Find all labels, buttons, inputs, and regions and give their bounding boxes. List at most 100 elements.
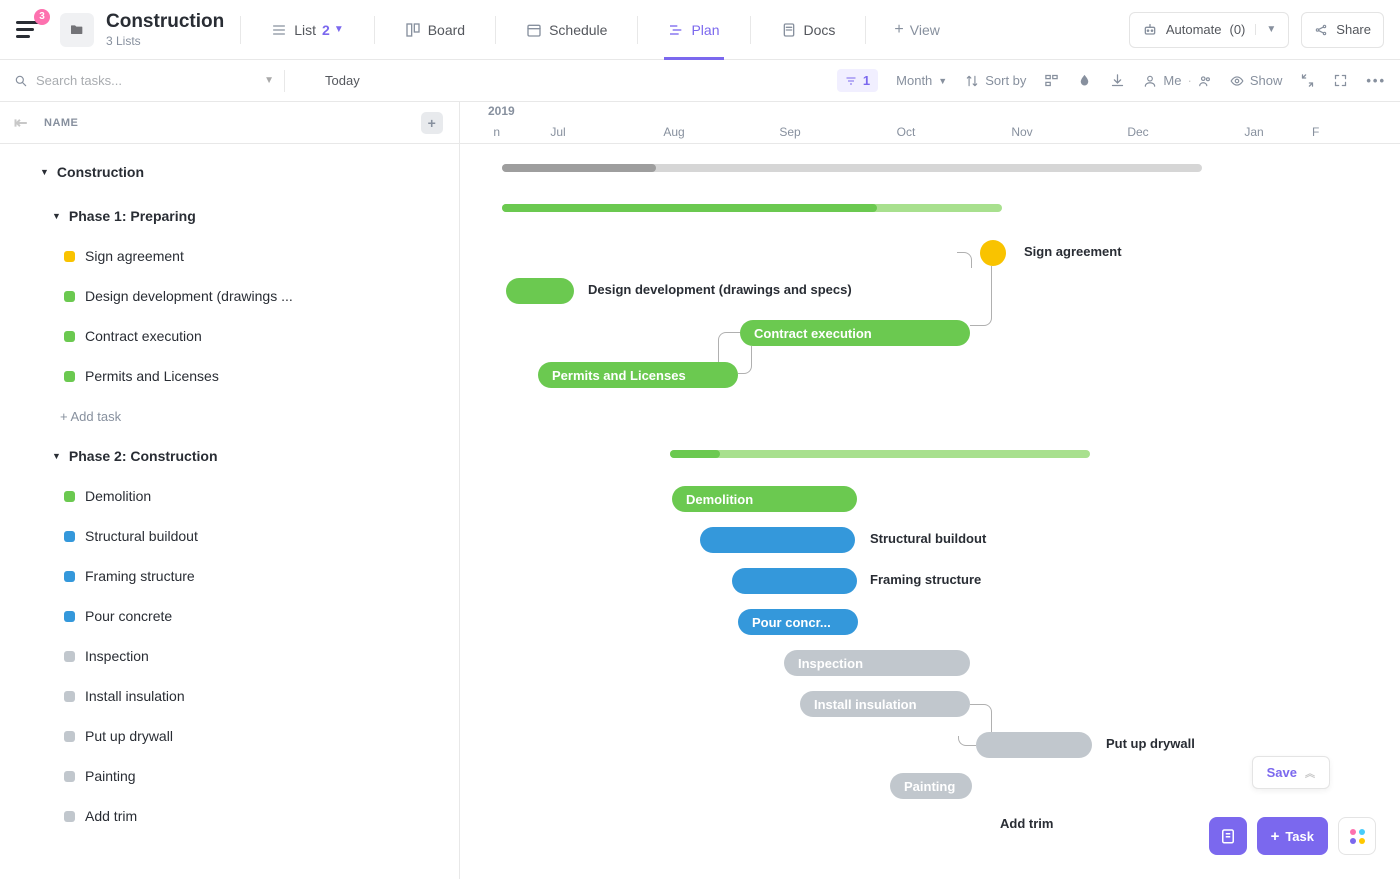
dependency-line [958, 736, 976, 746]
task-row[interactable]: Contract execution [40, 316, 459, 356]
color-icon[interactable] [1077, 73, 1092, 88]
apps-button[interactable] [1338, 817, 1376, 855]
download-icon[interactable] [1110, 73, 1125, 88]
new-task-button[interactable]: + Task [1257, 817, 1328, 855]
tab-schedule[interactable]: Schedule [512, 0, 621, 59]
automate-label: Automate [1166, 22, 1222, 37]
gantt-bar-demolition[interactable]: Demolition [672, 486, 857, 512]
eye-icon [1230, 74, 1244, 88]
status-dot [64, 371, 75, 382]
tab-board-label: Board [428, 22, 465, 38]
group-label: Construction [57, 164, 144, 180]
share-label: Share [1336, 22, 1371, 37]
gantt-bar-drywall[interactable] [976, 732, 1092, 758]
status-dot [64, 251, 75, 262]
gantt-label[interactable]: Add trim [1000, 816, 1053, 831]
sort-icon [965, 74, 979, 88]
group-icon[interactable] [1044, 73, 1059, 88]
add-task-button[interactable]: + Add task [40, 396, 459, 436]
view-tabs: List 2 ▼ Board Schedule Plan Docs + View [257, 0, 952, 59]
dependency-line [970, 266, 992, 326]
filter-button[interactable]: 1 [837, 69, 878, 92]
robot-icon [1142, 22, 1158, 38]
tab-plan-label: Plan [691, 22, 719, 38]
status-dot [64, 531, 75, 542]
gantt-bar-insulation[interactable]: Install insulation [800, 691, 970, 717]
gantt-summary-phase2[interactable] [670, 450, 1090, 458]
timescale-dropdown[interactable]: Month ▼ [896, 73, 947, 88]
month-cut: n [460, 125, 500, 139]
sort-button[interactable]: Sort by [965, 73, 1026, 88]
task-tree: ▼ Construction ▼ Phase 1: Preparing Sign… [0, 144, 459, 876]
chevron-up-icon: ︽ [1305, 765, 1315, 780]
tab-list[interactable]: List 2 ▼ [257, 0, 358, 59]
chevron-down-icon[interactable]: ▼ [264, 75, 274, 86]
gantt-bar-structural[interactable] [700, 527, 855, 553]
more-icon[interactable]: ••• [1366, 73, 1386, 88]
tab-plan[interactable]: Plan [654, 0, 733, 59]
task-row[interactable]: Demolition [40, 476, 459, 516]
gantt-bar-pour[interactable]: Pour concr... [738, 609, 858, 635]
timeline-header: 2019 n Jul Aug Sep Oct Nov Dec Jan F [460, 102, 1400, 144]
task-row[interactable]: Sign agreement [40, 236, 459, 276]
phase-2[interactable]: ▼ Phase 2: Construction [40, 436, 459, 476]
me-filter[interactable]: Me · [1143, 73, 1211, 88]
gantt-bar-permits[interactable]: Permits and Licenses [538, 362, 738, 388]
status-dot [64, 611, 75, 622]
chevron-down-icon: ▼ [938, 76, 947, 86]
show-button[interactable]: Show [1230, 73, 1283, 88]
tab-schedule-label: Schedule [549, 22, 607, 38]
gantt-label: Structural buildout [870, 531, 986, 546]
automate-button[interactable]: Automate (0) ▼ [1129, 12, 1289, 48]
month: Oct [848, 125, 964, 139]
caret-down-icon: ▼ [52, 451, 61, 461]
task-row[interactable]: Structural buildout [40, 516, 459, 556]
collapse-icon[interactable] [1300, 73, 1315, 88]
collapse-panel-icon[interactable]: ⇤ [14, 113, 28, 133]
task-row[interactable]: Install insulation [40, 676, 459, 716]
add-column-button[interactable]: + [421, 112, 443, 134]
task-row[interactable]: Permits and Licenses [40, 356, 459, 396]
dependency-line [957, 252, 972, 268]
gantt-bar-contract[interactable]: Contract execution [740, 320, 970, 346]
gantt-bar-painting[interactable]: Painting [890, 773, 972, 799]
page-title: Construction [106, 11, 224, 33]
share-button[interactable]: Share [1301, 12, 1384, 48]
task-row[interactable]: Inspection [40, 636, 459, 676]
gantt-label: Framing structure [870, 572, 981, 587]
task-label: Put up drywall [85, 728, 173, 744]
fullscreen-icon[interactable] [1333, 73, 1348, 88]
task-row[interactable]: Painting [40, 756, 459, 796]
tab-board[interactable]: Board [391, 0, 479, 59]
task-row[interactable]: Framing structure [40, 556, 459, 596]
task-label: Framing structure [85, 568, 195, 584]
save-button[interactable]: Save ︽ [1252, 756, 1330, 789]
status-dot [64, 651, 75, 662]
plus-icon: + [894, 21, 903, 39]
gantt-bar-framing[interactable] [732, 568, 857, 594]
gantt-bar-inspection[interactable]: Inspection [784, 650, 970, 676]
group-construction[interactable]: ▼ Construction [40, 152, 459, 192]
task-row[interactable]: Pour concrete [40, 596, 459, 636]
gantt-milestone-sign[interactable] [980, 240, 1006, 266]
task-row[interactable]: Put up drywall [40, 716, 459, 756]
gantt-bar-design[interactable] [506, 278, 574, 304]
chevron-down-icon[interactable]: ▼ [1255, 24, 1276, 35]
show-label: Show [1250, 73, 1283, 88]
search-input[interactable] [36, 73, 206, 88]
task-row[interactable]: Design development (drawings ... [40, 276, 459, 316]
today-button[interactable]: Today [325, 73, 360, 88]
tab-docs[interactable]: Docs [767, 0, 850, 59]
notepad-button[interactable] [1209, 817, 1247, 855]
month: Dec [1080, 125, 1196, 139]
month: Sep [732, 125, 848, 139]
gantt-summary-phase2-progress [670, 450, 720, 458]
filter-count: 1 [863, 73, 870, 88]
menu-icon[interactable]: 3 [16, 17, 42, 43]
add-view-button[interactable]: + View [882, 21, 951, 39]
folder-icon[interactable] [60, 13, 94, 47]
divider [240, 16, 241, 44]
chevron-down-icon: ▼ [334, 24, 344, 35]
phase-1[interactable]: ▼ Phase 1: Preparing [40, 196, 459, 236]
task-row[interactable]: Add trim [40, 796, 459, 836]
